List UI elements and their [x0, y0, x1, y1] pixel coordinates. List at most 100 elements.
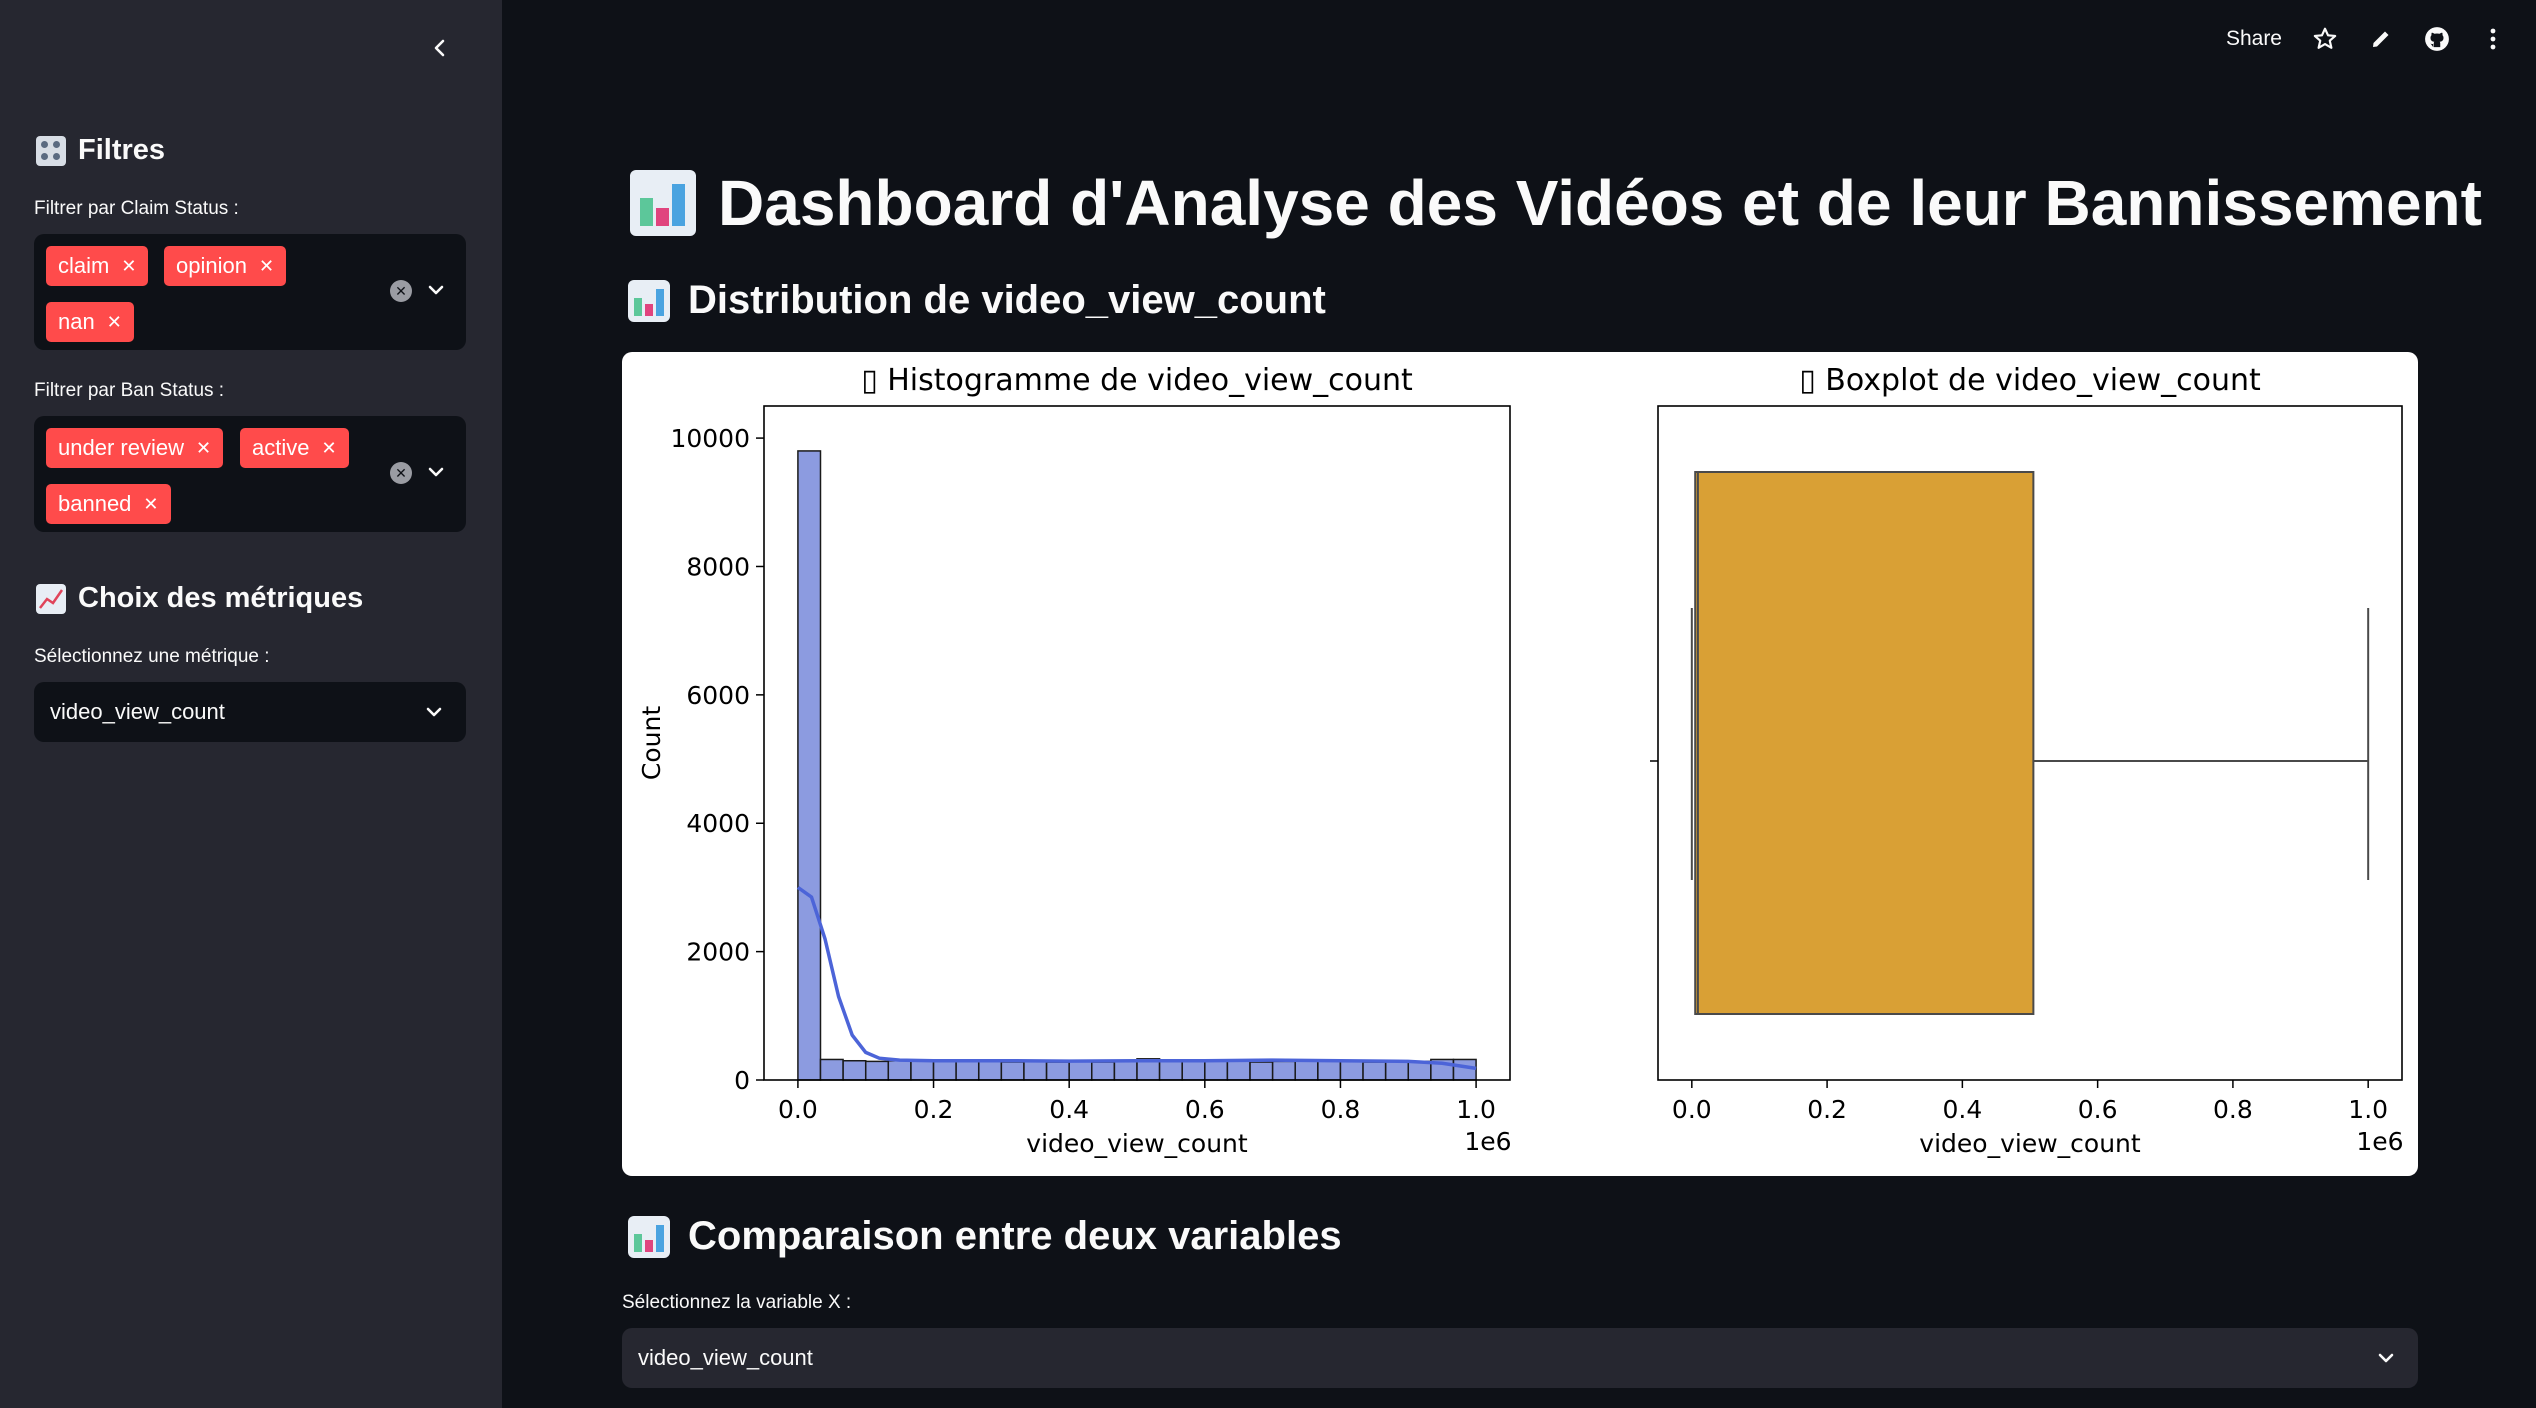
- x-multiplier: 1e6: [1464, 1127, 1511, 1156]
- histogram-bar: [1091, 1061, 1116, 1081]
- histogram-bar: [1294, 1059, 1319, 1081]
- top-toolbar: Share: [2226, 26, 2506, 52]
- distribution-chart-panel: ▯ Histogramme de video_view_count 0 2000 40…: [622, 352, 2418, 1176]
- github-icon[interactable]: [2424, 26, 2450, 52]
- remove-tag-icon[interactable]: ✕: [196, 439, 211, 457]
- tag-label: banned: [58, 491, 132, 516]
- chevron-down-icon[interactable]: [424, 460, 448, 484]
- x-tick-label: 0.8: [1321, 1095, 1361, 1124]
- ban-status-label: Filtrer par Ban Status :: [34, 380, 225, 401]
- distribution-heading-text: Distribution de video_view_count: [688, 278, 1326, 322]
- histogram-bar: [797, 450, 822, 1081]
- histogram-bar: [1452, 1058, 1477, 1081]
- claim-status-label: Filtrer par Claim Status :: [34, 198, 239, 219]
- remove-tag-icon[interactable]: ✕: [107, 313, 122, 331]
- metric-select-value: video_view_count: [50, 699, 225, 724]
- metric-select[interactable]: video_view_count: [34, 682, 466, 742]
- clear-all-icon[interactable]: ✕: [390, 280, 412, 302]
- kde-line: [796, 885, 1477, 1071]
- boxplot-x-label: video_view_count: [1919, 1129, 2141, 1158]
- y-tick-label: 6000: [686, 681, 750, 710]
- x-tick-label: 0.6: [2078, 1095, 2118, 1124]
- chevron-left-icon: [434, 39, 445, 57]
- filters-heading-text: Filtres: [78, 134, 166, 166]
- chevron-down-icon[interactable]: [424, 278, 448, 302]
- collapse-sidebar-button[interactable]: [420, 28, 460, 68]
- histogram-bar: [1339, 1059, 1364, 1081]
- x-tick-label: 1.0: [2348, 1095, 2388, 1124]
- remove-tag-icon[interactable]: ✕: [121, 257, 136, 275]
- tag-label: opinion: [176, 253, 247, 278]
- metrics-heading-text: Choix des métriques: [78, 582, 364, 614]
- tag-label: nan: [58, 309, 95, 334]
- x-multiplier: 1e6: [2356, 1127, 2403, 1156]
- x-variable-label: Sélectionnez la variable X :: [622, 1292, 852, 1313]
- clear-all-icon[interactable]: ✕: [390, 462, 412, 484]
- x-tick-label: 0.4: [1942, 1095, 1982, 1124]
- histogram-bar: [910, 1059, 935, 1081]
- bar-chart-icon: [628, 1215, 670, 1258]
- comparison-heading-text: Comparaison entre deux variables: [688, 1214, 1342, 1258]
- histogram-bar: [955, 1060, 980, 1081]
- histogram-bar: [864, 1060, 890, 1081]
- comparison-heading: Comparaison entre deux variables: [628, 1214, 1342, 1259]
- edit-pencil-icon[interactable]: [2368, 26, 2394, 52]
- x-tick-label: 1.0: [1456, 1095, 1496, 1124]
- tag-active[interactable]: active ✕: [240, 428, 349, 468]
- histogram-bar: [1317, 1059, 1342, 1081]
- tag-opinion[interactable]: opinion ✕: [164, 246, 287, 286]
- x-tick-label: 0.0: [1672, 1095, 1712, 1124]
- metrics-heading: Choix des métriques: [36, 582, 363, 615]
- remove-tag-icon[interactable]: ✕: [259, 257, 274, 275]
- filters-heading: Filtres: [36, 134, 165, 167]
- histogram-bar: [1113, 1059, 1138, 1081]
- tag-nan[interactable]: nan ✕: [46, 302, 134, 342]
- histogram-y-label: Count: [637, 706, 666, 780]
- histogram-title: ▯ Histogramme de video_view_count: [861, 363, 1413, 398]
- page-title: Dashboard d'Analyse des Vidéos et de leu…: [630, 166, 2482, 240]
- x-tick-label: 0.8: [2213, 1095, 2253, 1124]
- x-tick-label: 0.0: [778, 1095, 818, 1124]
- chevron-down-icon: [426, 707, 442, 717]
- histogram-bar: [1068, 1059, 1093, 1081]
- tag-under-review[interactable]: under review ✕: [46, 428, 224, 468]
- histogram-bar: [932, 1060, 957, 1081]
- histogram-bar: [1249, 1061, 1274, 1081]
- histogram-bar: [1000, 1061, 1025, 1081]
- tag-label: claim: [58, 253, 110, 278]
- ban-status-multiselect[interactable]: under review ✕ active ✕ banned ✕ ✕: [34, 416, 466, 532]
- histogram-bar: [1362, 1061, 1387, 1081]
- histogram-bar: [1204, 1059, 1229, 1081]
- histogram-bar: [819, 1058, 844, 1081]
- x-variable-value: video_view_count: [638, 1345, 813, 1370]
- histogram-bar: [842, 1059, 867, 1081]
- x-variable-select[interactable]: video_view_count: [622, 1328, 2418, 1388]
- box-iqr: [1694, 471, 2035, 1015]
- control-knobs-icon: [36, 135, 66, 166]
- share-button[interactable]: Share: [2226, 27, 2282, 51]
- boxplot-title: ▯ Boxplot de video_view_count: [1799, 363, 2261, 398]
- histogram-bar: [1045, 1061, 1070, 1081]
- star-icon[interactable]: [2312, 26, 2338, 52]
- y-tick-label: 2000: [686, 938, 750, 967]
- bar-chart-icon: [628, 279, 670, 322]
- remove-tag-icon[interactable]: ✕: [143, 495, 158, 513]
- histogram-bar: [887, 1059, 912, 1081]
- claim-status-multiselect[interactable]: claim ✕ opinion ✕ nan ✕ ✕: [34, 234, 466, 350]
- bar-chart-icon: [630, 170, 696, 236]
- histogram-bar: [1158, 1059, 1183, 1081]
- y-tick-label: 0: [734, 1066, 750, 1095]
- distribution-charts: ▯ Histogramme de video_view_count 0 2000 40…: [637, 363, 2404, 1158]
- histogram-bar: [978, 1060, 1003, 1081]
- histogram-bar: [1271, 1060, 1296, 1081]
- chart-increasing-icon: [36, 583, 66, 614]
- tag-label: active: [252, 435, 310, 460]
- histogram-bar: [1023, 1060, 1048, 1081]
- metric-select-label: Sélectionnez une métrique :: [34, 646, 270, 667]
- tag-label: under review: [58, 435, 184, 460]
- tag-claim[interactable]: claim ✕: [46, 246, 149, 286]
- more-menu-icon[interactable]: [2480, 26, 2506, 52]
- remove-tag-icon[interactable]: ✕: [321, 439, 336, 457]
- tag-banned[interactable]: banned ✕: [46, 484, 171, 524]
- y-tick-label: 8000: [686, 552, 750, 581]
